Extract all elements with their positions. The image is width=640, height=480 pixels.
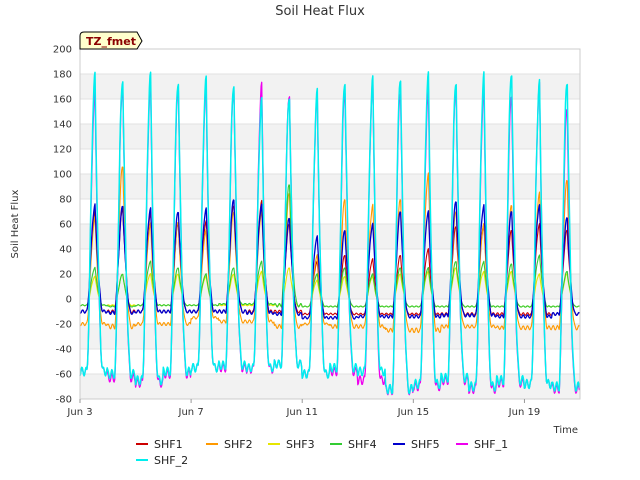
y-tick-label: 180: [53, 70, 72, 81]
legend-label-shf3: SHF3: [286, 438, 315, 451]
x-tick-label: Jun 7: [178, 407, 204, 418]
band: [80, 224, 580, 249]
tag-label: TZ_fmet: [86, 35, 136, 48]
x-tick-label: Jun 11: [285, 407, 318, 418]
legend-label-shf5: SHF5: [411, 438, 440, 451]
band: [80, 174, 580, 199]
legend-label-shf1: SHF1: [154, 438, 183, 451]
legend-label-shf2: SHF2: [224, 438, 253, 451]
x-tick-label: Jun 3: [66, 407, 92, 418]
legend-label-shf-1: SHF_1: [474, 438, 508, 451]
soil-heat-flux-chart: -80-60-40-20020406080100120140160180200 …: [10, 4, 581, 467]
band: [80, 74, 580, 99]
y-tick-label: 80: [59, 195, 72, 206]
legend-label-shf-2: SHF_2: [154, 454, 188, 467]
legend-label-shf4: SHF4: [348, 438, 377, 451]
y-tick-label: 200: [53, 45, 72, 56]
y-tick-label: 140: [53, 120, 72, 131]
y-tick-label: 0: [66, 295, 72, 306]
band: [80, 124, 580, 149]
y-tick-label: 120: [53, 145, 72, 156]
x-tick-label: Jun 15: [397, 407, 430, 418]
band: [80, 374, 580, 399]
x-axis-label: Time: [553, 425, 578, 436]
x-axis-ticks: Jun 3 Jun 7 Jun 11 Jun 15 Jun 19: [66, 399, 540, 418]
y-tick-label: -20: [56, 320, 72, 331]
y-tick-label: 60: [59, 220, 72, 231]
y-tick-label: -40: [56, 345, 72, 356]
y-tick-label: 20: [59, 270, 72, 281]
y-tick-label: 100: [53, 170, 72, 181]
y-tick-label: 40: [59, 245, 72, 256]
tag-box: TZ_fmet: [79, 31, 143, 50]
y-axis-label: Soil Heat Flux: [10, 189, 21, 258]
x-tick-label: Jun 19: [508, 407, 541, 418]
y-axis-ticks: -80 -60 -40 -20 0 20 40 60 80 100 120 140 160 180 200: [53, 45, 72, 406]
y-tick-label: 160: [53, 95, 72, 106]
legend: SHF1 SHF2 SHF3 SHF4 SHF5 SHF_1 SHF_2: [136, 438, 508, 467]
y-tick-label: -60: [56, 370, 72, 381]
chart-title: Soil Heat Flux: [275, 4, 365, 19]
y-tick-label: -80: [56, 395, 72, 406]
